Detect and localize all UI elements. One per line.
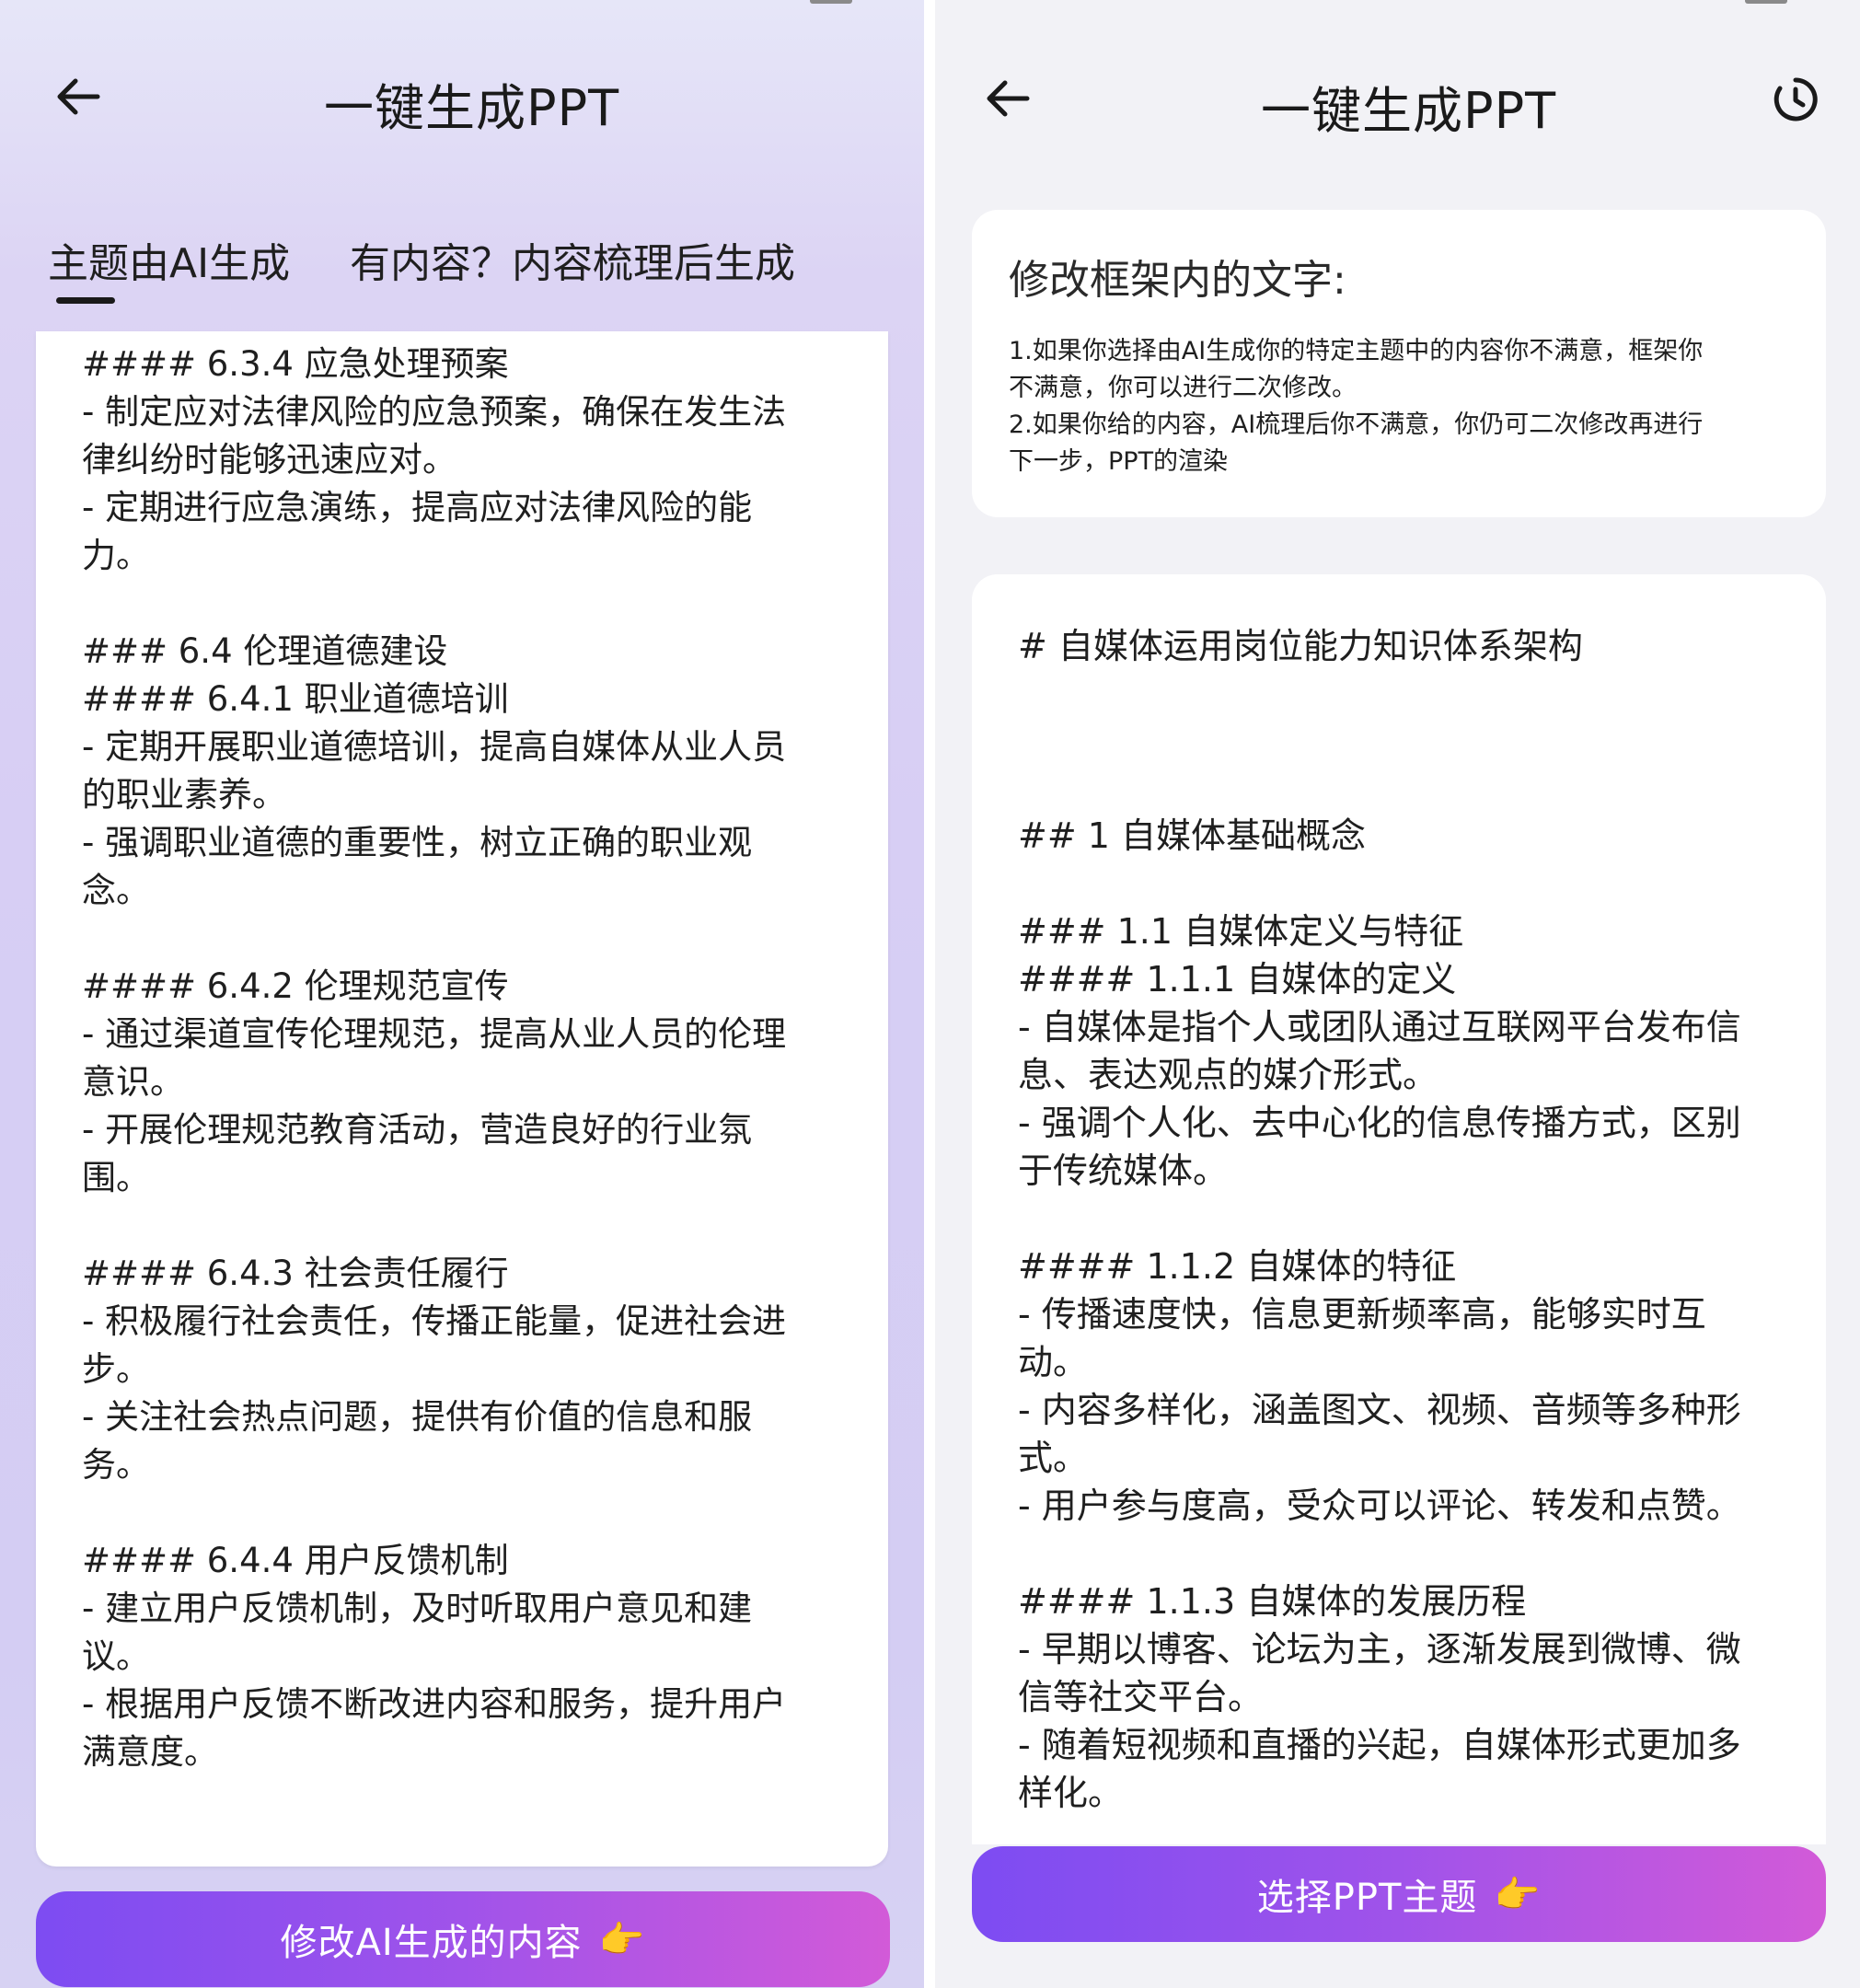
screen-divider [924, 0, 935, 1988]
outline-line [1018, 1195, 1809, 1242]
content-line: - 关注社会热点问题，提供有价值的信息和服 [82, 1397, 753, 1437]
content-line: 的职业素养。 [82, 775, 286, 815]
back-arrow-icon[interactable] [976, 66, 1040, 131]
content-line: 满意度。 [82, 1732, 218, 1772]
outline-line: 样化。 [1018, 1773, 1124, 1813]
tab-active-indicator [56, 297, 115, 304]
outline-line: - 传播速度快，信息更新频率高，能够实时互 [1018, 1294, 1706, 1335]
content-line: ### 6.4 伦理道德建设 [82, 631, 448, 671]
left-screen: 一键生成PPT 主题由AI生成 有内容？内容梳理后生成 #### 6.3.4 应… [0, 0, 924, 1988]
choose-ppt-theme-button[interactable]: 选择PPT主题 👉 [972, 1846, 1826, 1942]
generated-content-card[interactable]: #### 6.3.4 应急处理预案 - 制定应对法律风险的应急预案，确保在发生法律… [36, 331, 888, 1867]
generated-content-text: #### 6.3.4 应急处理预案 - 制定应对法律风险的应急预案，确保在发生法律… [82, 341, 873, 1776]
outline-line: - 用户参与度高，受众可以评论、转发和点赞。 [1018, 1485, 1741, 1526]
content-line: 意识。 [82, 1062, 184, 1102]
outline-line [1018, 860, 1809, 907]
content-line: - 积极履行社会责任，传播正能量，促进社会进 [82, 1301, 787, 1341]
instructions-line: 2.如果你给的内容，AI梳理后你不满意，你仍可二次修改再进行 [1009, 410, 1704, 439]
content-line: - 制定应对法律风险的应急预案，确保在发生法 [82, 392, 787, 432]
outline-line: # 自媒体运用岗位能力知识体系架构 [1018, 626, 1583, 666]
outline-line: - 早期以博客、论坛为主，逐渐发展到微博、微 [1018, 1629, 1741, 1670]
modify-ai-content-button[interactable]: 修改AI生成的内容 👉 [36, 1891, 890, 1987]
instructions-line: 不满意，你可以进行二次修改。 [1009, 374, 1357, 402]
outline-line: #### 1.1.3 自媒体的发展历程 [1018, 1581, 1527, 1622]
tab-content-organize[interactable]: 有内容？内容梳理后生成 [350, 230, 795, 289]
pointing-hand-icon: 👉 [598, 1918, 646, 1961]
outline-editor-card[interactable]: # 自媒体运用岗位能力知识体系架构 ## 1 自媒体基础概念 ### 1.1 自媒体… [972, 574, 1826, 1844]
outline-line: - 自媒体是指个人或团队通过互联网平台发布信 [1018, 1007, 1741, 1047]
content-line: - 定期进行应急演练，提高应对法律风险的能 [82, 488, 753, 527]
content-line: 围。 [82, 1158, 150, 1197]
right-screen: 一键生成PPT 修改框架内的文字: 1.如果你选择由AI生成你的特定主题中的内容… [935, 0, 1860, 1988]
content-line: 务。 [82, 1445, 150, 1485]
instructions-line: 下一步，PPT的渲染 [1009, 447, 1229, 476]
outline-line: ## 1 自媒体基础概念 [1018, 815, 1367, 856]
content-line: #### 6.4.1 职业道德培训 [82, 679, 509, 719]
content-line [82, 915, 873, 963]
content-line [82, 580, 873, 628]
choose-ppt-theme-label: 选择PPT主题 [1256, 1877, 1478, 1919]
outline-line: - 强调个人化、去中心化的信息传播方式，区别 [1018, 1103, 1741, 1143]
pointing-hand-icon: 👉 [1494, 1873, 1542, 1916]
outline-line: - 随着短视频和直播的兴起，自媒体形式更加多 [1018, 1725, 1741, 1765]
outline-spacer [1018, 670, 1809, 812]
content-line: - 开展伦理规范教育活动，营造良好的行业氛 [82, 1110, 753, 1150]
instructions-line: 1.如果你选择由AI生成你的特定主题中的内容你不满意，框架你 [1009, 337, 1704, 365]
modify-ai-content-label: 修改AI生成的内容 [280, 1922, 583, 1964]
page-title: 一键生成PPT [1261, 82, 1557, 140]
content-line [82, 1202, 873, 1250]
instructions-card: 修改框架内的文字: 1.如果你选择由AI生成你的特定主题中的内容你不满意，框架你… [972, 210, 1826, 517]
tab-ai-generate[interactable]: 主题由AI生成 [48, 230, 290, 289]
content-line: 念。 [82, 871, 150, 910]
status-bar-indicator [810, 0, 852, 4]
content-line: 律纠纷时能够迅速应对。 [82, 440, 456, 480]
content-line: - 强调职业道德的重要性，树立正确的职业观 [82, 823, 753, 862]
outline-line: - 内容多样化，涵盖图文、视频、音频等多种形 [1018, 1390, 1741, 1430]
instructions-text: 1.如果你选择由AI生成你的特定主题中的内容你不满意，框架你 不满意，你可以进行… [1009, 333, 1800, 480]
outline-line: #### 1.1.2 自媒体的特征 [1018, 1246, 1457, 1287]
content-line: - 根据用户反馈不断改进内容和服务，提升用户 [82, 1684, 787, 1724]
content-line [82, 1489, 873, 1537]
outline-line: 式。 [1018, 1438, 1089, 1478]
outline-line [1018, 1530, 1809, 1578]
back-arrow-icon[interactable] [46, 64, 110, 129]
page-title: 一键生成PPT [324, 79, 620, 137]
history-icon[interactable] [1763, 67, 1828, 132]
content-line: #### 6.4.3 社会责任履行 [82, 1254, 509, 1293]
status-bar-indicator [1745, 0, 1787, 4]
content-line: 步。 [82, 1349, 150, 1389]
outline-line: 息、表达观点的媒介形式。 [1018, 1055, 1438, 1095]
content-line: 议。 [82, 1636, 150, 1676]
content-line: - 通过渠道宣传伦理规范，提高从业人员的伦理 [82, 1014, 787, 1054]
content-line: - 定期开展职业道德培训，提高自媒体从业人员 [82, 727, 787, 767]
outline-line: #### 1.1.1 自媒体的定义 [1018, 959, 1457, 1000]
outline-line: 信等社交平台。 [1018, 1677, 1264, 1717]
outline-line: ### 1.1 自媒体定义与特征 [1018, 911, 1464, 952]
content-line: #### 6.4.2 伦理规范宣传 [82, 966, 509, 1006]
outline-editor-text[interactable]: # 自媒体运用岗位能力知识体系架构 ## 1 自媒体基础概念 ### 1.1 自媒体… [1018, 622, 1809, 1817]
content-line: - 建立用户反馈机制，及时听取用户意见和建 [82, 1589, 753, 1628]
outline-line: 动。 [1018, 1342, 1089, 1382]
content-line: #### 6.4.4 用户反馈机制 [82, 1541, 509, 1580]
content-line: #### 6.3.4 应急处理预案 [82, 344, 509, 384]
instructions-title: 修改框架内的文字: [1009, 257, 1346, 304]
content-line: 力。 [82, 536, 150, 575]
outline-line: 于传统媒体。 [1018, 1150, 1229, 1191]
